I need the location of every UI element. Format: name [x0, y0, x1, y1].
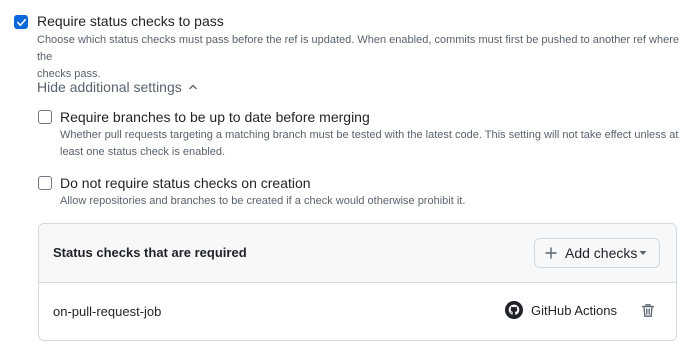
no-creation-description: Allow repositories and branches to be cr… [60, 195, 466, 207]
check-icon [16, 18, 26, 26]
plus-icon [545, 247, 557, 259]
chevron-up-icon [189, 84, 197, 90]
provider-label: GitHub Actions [531, 302, 617, 318]
no-creation-checkbox[interactable] [38, 176, 52, 190]
panel-title: Status checks that are required [53, 245, 247, 260]
check-provider: GitHub Actions [505, 301, 617, 319]
trash-icon [641, 304, 655, 317]
check-name: on-pull-request-job [53, 304, 162, 319]
triangle-down-icon [639, 251, 647, 255]
up-to-date-label: Require branches to be up to date before… [60, 109, 370, 125]
add-checks-label: Add checks [565, 245, 638, 261]
required-checks-panel: Status checks that are required Add chec… [38, 223, 677, 341]
require-status-label: Require status checks to pass [37, 13, 224, 29]
no-creation-label: Do not require status checks on creation [60, 175, 311, 191]
delete-check-button[interactable] [641, 303, 655, 323]
toggle-label: Hide additional settings [37, 79, 182, 95]
up-to-date-description: Whether pull requests targeting a matchi… [60, 129, 679, 158]
up-to-date-checkbox[interactable] [38, 110, 52, 124]
require-status-description: Choose which status checks must pass bef… [37, 34, 679, 80]
panel-header: Status checks that are required Add chec… [39, 224, 676, 283]
add-checks-button[interactable]: Add checks [534, 238, 660, 268]
require-status-checkbox[interactable] [14, 15, 28, 29]
github-logo-icon [505, 301, 523, 319]
hide-additional-settings-toggle[interactable]: Hide additional settings [37, 79, 198, 95]
